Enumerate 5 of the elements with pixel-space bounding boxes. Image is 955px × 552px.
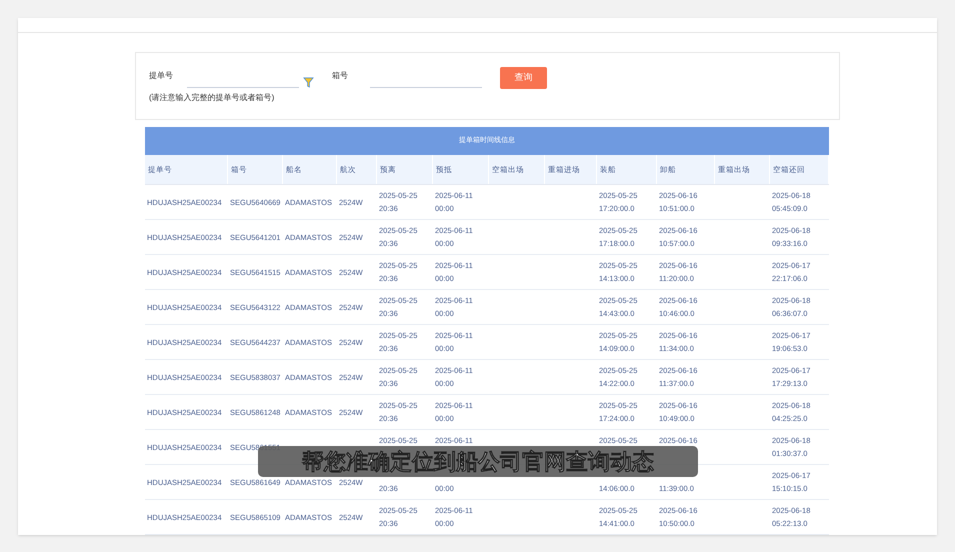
funnel-icon[interactable] <box>303 77 314 88</box>
field-label: 提单号 <box>149 70 174 82</box>
hint-text: (请注意输入完整的提单号或者箱号) <box>149 92 276 104</box>
field-label: 箱号 <box>332 70 349 82</box>
search-button[interactable]: 查询 <box>500 67 547 89</box>
